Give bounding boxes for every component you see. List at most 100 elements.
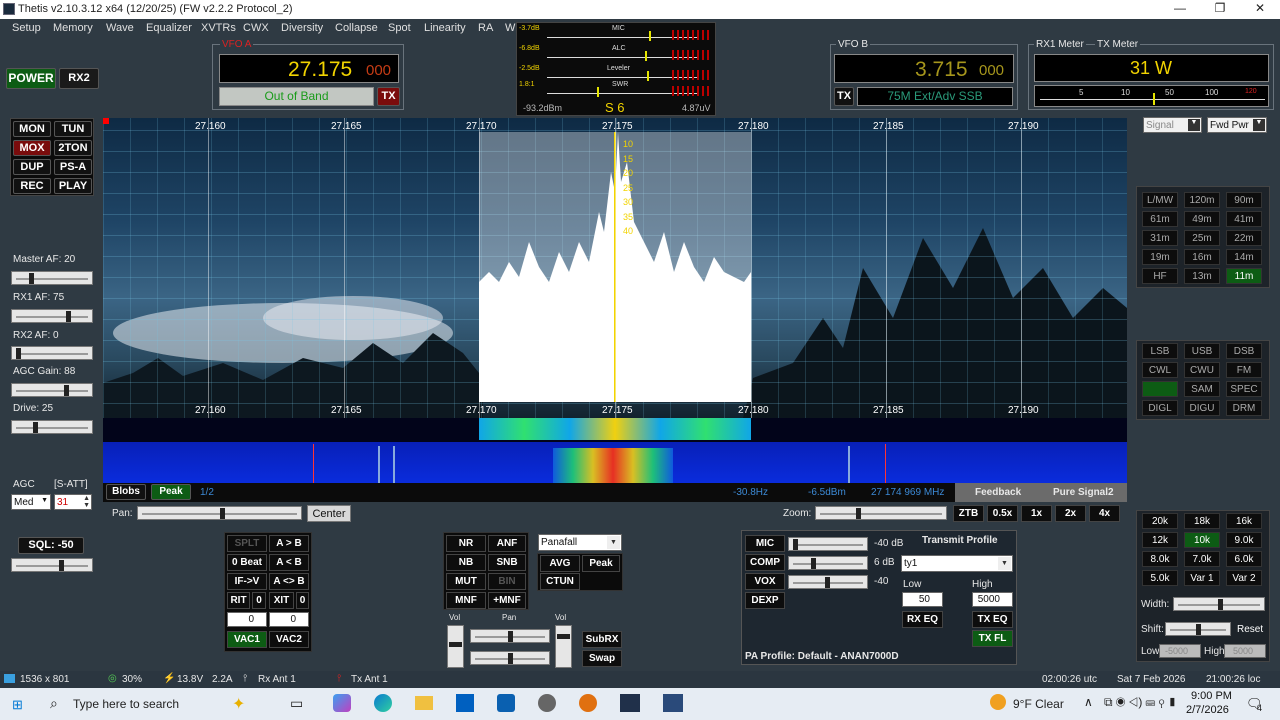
tx-low-input[interactable]: 50 bbox=[902, 592, 943, 607]
vac1-button[interactable]: VAC1 bbox=[227, 631, 267, 648]
xit-button[interactable]: XIT bbox=[269, 592, 294, 609]
rit-zero-button[interactable]: 0 bbox=[252, 592, 266, 609]
band-button-90m[interactable]: 90m bbox=[1226, 192, 1262, 208]
rx2-af-slider[interactable] bbox=[11, 346, 93, 360]
sql-button[interactable]: SQL: -50 bbox=[18, 537, 84, 554]
play-button[interactable]: PLAY bbox=[54, 178, 92, 194]
filter-button-16k[interactable]: 16k bbox=[1226, 513, 1262, 529]
vfo-a-display[interactable]: 27.175 000 bbox=[219, 54, 399, 83]
maximize-button[interactable]: ❐ bbox=[1200, 1, 1240, 18]
zoom-4x-button[interactable]: 4x bbox=[1089, 505, 1120, 522]
waterfall[interactable] bbox=[103, 418, 1127, 483]
filter-button-9.0k[interactable]: 9.0k bbox=[1226, 532, 1262, 548]
band-button-61m[interactable]: 61m bbox=[1142, 211, 1178, 227]
taskbar-search-box[interactable]: Type here to search bbox=[73, 697, 179, 711]
a-to-b-button[interactable]: A > B bbox=[269, 535, 309, 552]
vox-slider[interactable] bbox=[788, 575, 868, 589]
b-to-a-button[interactable]: A < B bbox=[269, 554, 309, 571]
weather-text[interactable]: 9°F Clear bbox=[1013, 697, 1064, 711]
vac2-button[interactable]: VAC2 bbox=[269, 631, 309, 648]
swap-button[interactable]: Swap bbox=[582, 650, 622, 667]
filter-button-8.0k[interactable]: 8.0k bbox=[1142, 551, 1178, 567]
ztb-button[interactable]: ZTB bbox=[953, 505, 984, 522]
blobs-button[interactable]: Blobs bbox=[106, 484, 146, 500]
filter-button-20k[interactable]: 20k bbox=[1142, 513, 1178, 529]
mode-button-sam[interactable]: SAM bbox=[1184, 381, 1220, 397]
minimize-button[interactable]: — bbox=[1160, 1, 1200, 18]
band-button-19m[interactable]: 19m bbox=[1142, 249, 1178, 265]
tx-high-input[interactable]: 5000 bbox=[972, 592, 1013, 607]
tx-meter-mode-select[interactable]: Fwd Pwr ▼ bbox=[1207, 117, 1267, 133]
mode-button-selected[interactable] bbox=[1142, 381, 1178, 397]
panadapter[interactable]: 10 15 20 25 30 35 40 27.160 27.165 27.170 27.175 2… bbox=[103, 118, 1127, 418]
plus-mnf-button[interactable]: +MNF bbox=[488, 592, 526, 609]
mnf-button[interactable]: MNF bbox=[446, 592, 486, 609]
app-taskbar-icon[interactable] bbox=[663, 694, 683, 712]
taskbar-date[interactable]: 2/7/2026 bbox=[1186, 704, 1229, 716]
comp-button[interactable]: COMP bbox=[745, 554, 785, 571]
zero-beat-button[interactable]: 0 Beat bbox=[227, 554, 267, 571]
filter-button-7.0k[interactable]: 7.0k bbox=[1184, 551, 1220, 567]
reset-button[interactable]: Reset bbox=[1237, 624, 1263, 635]
mode-button-dsb[interactable]: DSB bbox=[1226, 343, 1262, 359]
windows-start-icon[interactable]: ⊞ bbox=[12, 697, 23, 713]
app-orange-icon[interactable] bbox=[579, 694, 597, 712]
menu-collapse[interactable]: Collapse bbox=[335, 22, 378, 34]
rx-meter-mode-select[interactable]: Signal ▼ bbox=[1143, 117, 1202, 133]
band-button-31m[interactable]: 31m bbox=[1142, 230, 1178, 246]
mute-button[interactable]: MUT bbox=[446, 573, 486, 590]
mode-button-drm[interactable]: DRM bbox=[1226, 400, 1262, 416]
bin-button[interactable]: BIN bbox=[488, 573, 526, 590]
tun-button[interactable]: TUN bbox=[54, 121, 92, 137]
mode-button-lsb[interactable]: LSB bbox=[1142, 343, 1178, 359]
zoom-05x-button[interactable]: 0.5x bbox=[987, 505, 1018, 522]
store-icon[interactable] bbox=[456, 694, 474, 712]
rx2-vol-slider[interactable] bbox=[447, 625, 464, 668]
tx-fl-button[interactable]: TX FL bbox=[972, 630, 1013, 647]
mon-button[interactable]: MON bbox=[13, 121, 51, 137]
display-mode-select[interactable]: Panafall ▼ bbox=[538, 534, 622, 551]
band-button-11m[interactable]: 11m bbox=[1226, 268, 1262, 284]
center-button[interactable]: Center bbox=[307, 505, 351, 522]
master-af-slider[interactable] bbox=[11, 271, 93, 285]
menu-setup[interactable]: Setup bbox=[12, 22, 41, 34]
filter-button-18k[interactable]: 18k bbox=[1184, 513, 1220, 529]
shift-slider[interactable] bbox=[1165, 622, 1231, 636]
ps-a-button[interactable]: PS-A bbox=[54, 159, 92, 175]
dexp-button[interactable]: DEXP bbox=[745, 592, 785, 609]
vfo-b-display[interactable]: 3.715 000 bbox=[834, 54, 1014, 83]
mode-button-digl[interactable]: DIGL bbox=[1142, 400, 1178, 416]
chrome-icon[interactable] bbox=[538, 694, 556, 712]
power-button[interactable]: POWER bbox=[6, 68, 56, 89]
tx-antenna-text[interactable]: Tx Ant 1 bbox=[351, 674, 388, 685]
mode-button-cwl[interactable]: CWL bbox=[1142, 362, 1178, 378]
mic-button[interactable]: MIC bbox=[745, 535, 785, 552]
chevron-up-icon[interactable]: ∧ bbox=[1084, 695, 1093, 709]
filter-button-5.0k[interactable]: 5.0k bbox=[1142, 570, 1178, 586]
ctun-button[interactable]: CTUN bbox=[540, 573, 580, 590]
subrx-vol-slider[interactable] bbox=[555, 625, 572, 668]
mic-gain-slider[interactable] bbox=[788, 537, 868, 551]
rx-antenna-text[interactable]: Rx Ant 1 bbox=[258, 674, 296, 685]
outlook-icon[interactable] bbox=[497, 694, 515, 712]
taskbar-time[interactable]: 9:00 PM bbox=[1191, 690, 1232, 702]
copilot-icon[interactable] bbox=[333, 694, 351, 712]
task-view-icon[interactable]: ▭ bbox=[290, 695, 303, 712]
mode-button-spec[interactable]: SPEC bbox=[1226, 381, 1262, 397]
band-button-14m[interactable]: 14m bbox=[1226, 249, 1262, 265]
xit-zero-button[interactable]: 0 bbox=[296, 592, 309, 609]
anf-button[interactable]: ANF bbox=[488, 535, 526, 552]
rx2-pan-slider[interactable] bbox=[470, 629, 550, 643]
band-button-16m[interactable]: 16m bbox=[1184, 249, 1220, 265]
menu-spot[interactable]: Spot bbox=[388, 22, 411, 34]
subrx-button[interactable]: SubRX bbox=[582, 631, 622, 648]
vfo-a-tx-button[interactable]: TX bbox=[377, 87, 400, 106]
comp-slider[interactable] bbox=[788, 556, 868, 570]
tray-icons[interactable]: ⧉ ◉ ◁) ⌨ ⚲ ▮ bbox=[1104, 695, 1177, 710]
menu-wave[interactable]: Wave bbox=[106, 22, 134, 34]
mode-button-fm[interactable]: FM bbox=[1226, 362, 1262, 378]
band-button-l-mw[interactable]: L/MW bbox=[1142, 192, 1178, 208]
zoom-slider[interactable] bbox=[815, 506, 947, 520]
filter-button-6.0k[interactable]: 6.0k bbox=[1226, 551, 1262, 567]
band-button-41m[interactable]: 41m bbox=[1226, 211, 1262, 227]
